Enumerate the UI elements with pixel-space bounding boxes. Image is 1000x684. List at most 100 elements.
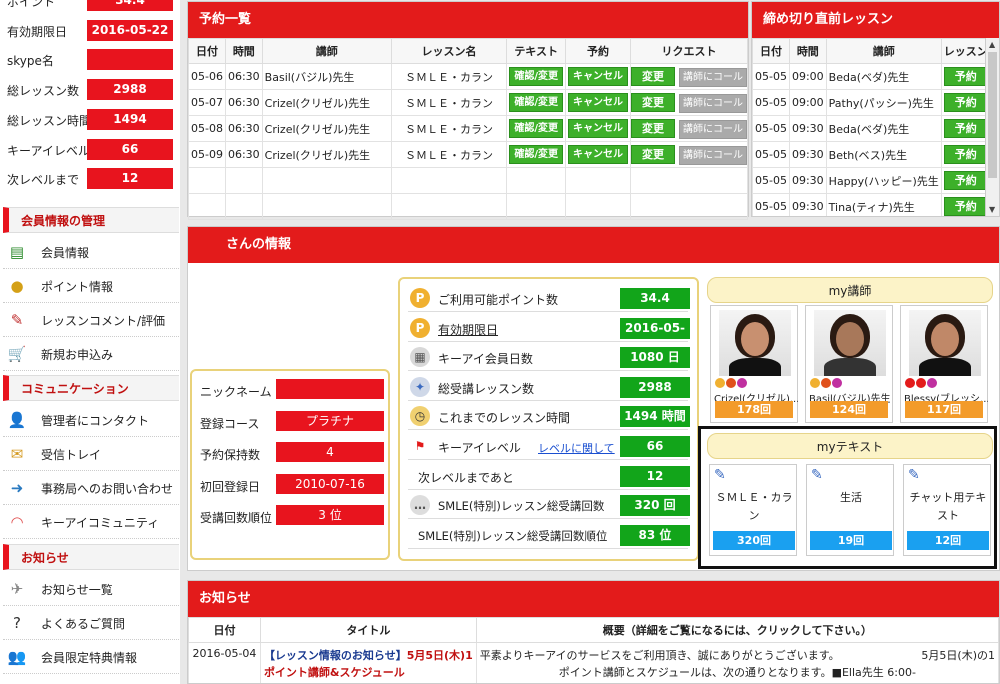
- text-confirm-button[interactable]: 確認/変更: [509, 145, 563, 164]
- teacher-card[interactable]: Blessy(ブレッシ... 117回: [900, 305, 988, 423]
- sidebar-item[interactable]: ✉ 受信トレイ: [3, 437, 179, 471]
- stat-label: 総レッスン時間: [7, 113, 92, 128]
- book-button[interactable]: 予約: [943, 171, 988, 190]
- news-panel: お知らせ 日付 タイトル 概要（詳細をご覧になるには、クリックして下さい。） 2016…: [187, 580, 1000, 684]
- cart-icon: 🛒: [7, 345, 27, 363]
- book-button[interactable]: 予約: [943, 93, 988, 112]
- news-title[interactable]: 【レッスン情報のお知らせ】5月5日(木)1 ポイント講師&スケジュール: [259, 642, 477, 683]
- sidebar-item[interactable]: ✎ レッスンコメント/評価: [3, 303, 179, 337]
- sidebar-item[interactable]: ▤ 会員情報: [3, 235, 179, 269]
- text-confirm-button[interactable]: 確認/変更: [509, 67, 563, 86]
- scroll-down-icon[interactable]: ▼: [989, 205, 995, 214]
- face-shape: [836, 322, 864, 356]
- cell-lesson: ＳＭＬＥ・カラン: [390, 141, 508, 168]
- table-row: 05-09 06:30 Crizel(クリゼル)先生 ＳＭＬＥ・カラン 確認/変更 キャン…: [188, 141, 749, 168]
- sidebar-item[interactable]: ◠ キーアイコミュニティ: [3, 505, 179, 539]
- text-name: ＳＭＬＥ・カラン: [715, 491, 793, 522]
- point-row: ◷ これまでのレッスン時間 1494 時間: [408, 403, 690, 431]
- call-teacher-button[interactable]: 講師にコール: [678, 67, 747, 87]
- teacher-photo[interactable]: [814, 310, 886, 376]
- book-button[interactable]: 予約: [943, 119, 988, 138]
- column-header: 概要（詳細をご覧になるには、クリックして下さい。）: [475, 617, 999, 643]
- teacher-card[interactable]: Crizel(クリゼル)... 178回: [710, 305, 798, 423]
- cell-teacher: Beda(ベダ)先生: [825, 63, 942, 90]
- stat-value: 12: [87, 168, 173, 190]
- sidebar-item[interactable]: 🛒 新規お申込み: [3, 337, 179, 371]
- badge-icon: [832, 378, 842, 388]
- change-button[interactable]: 変更: [631, 92, 675, 112]
- sidebar-item[interactable]: ? よくあるご質問: [3, 606, 179, 640]
- cell-time: 09:30: [788, 141, 827, 168]
- point-label[interactable]: 有効期限日: [438, 321, 498, 338]
- level-info-link[interactable]: レベルに関して: [538, 440, 615, 456]
- shoulders-shape: [729, 358, 781, 376]
- point-label: 総受講レッスン数: [438, 381, 535, 396]
- cancel-button[interactable]: キャンセル: [567, 67, 628, 86]
- call-teacher-button[interactable]: 講師にコール: [678, 93, 747, 113]
- cell-action: 予約: [940, 63, 991, 90]
- cell-teacher: Crizel(クリゼル)先生: [261, 115, 392, 142]
- envelope-icon: ✉: [10, 445, 24, 463]
- teacher-photo[interactable]: [909, 310, 981, 376]
- cell-teacher: Basil(バジル)先生: [261, 63, 392, 90]
- point-label: これまでのレッスン時間: [438, 411, 571, 426]
- teacher-card[interactable]: Basil(バジル)先生 124回: [805, 305, 893, 423]
- book-button[interactable]: 予約: [943, 67, 988, 86]
- call-teacher-button[interactable]: 講師にコール: [678, 145, 747, 165]
- sidebar-item[interactable]: 👤 管理者にコンタクト: [3, 403, 179, 437]
- sidebar-item-label: 管理者にコンタクト: [41, 414, 150, 428]
- deadline-table: 日付 時間 講師 レッスン 05-05 09:00 Beda(ベダ)先生 予約 05-05 09:…: [752, 38, 991, 216]
- call-teacher-button[interactable]: 講師にコール: [678, 119, 747, 139]
- sidebar-item-label: キーアイコミュニティ: [41, 516, 160, 530]
- news-table: 日付 タイトル 概要（詳細をご覧になるには、クリックして下さい。） 2016-05-0…: [188, 617, 999, 683]
- text-confirm-button[interactable]: 確認/変更: [509, 119, 563, 138]
- text-book-icon: ✎: [908, 467, 920, 483]
- cancel-button[interactable]: キャンセル: [567, 119, 628, 138]
- table-row: 05-05 09:30 Beth(ベス)先生 予約: [752, 141, 991, 168]
- cell-date: 05-05: [752, 167, 790, 194]
- book-button[interactable]: 予約: [943, 145, 988, 164]
- stat-label: キーアイレベル: [7, 143, 90, 158]
- cell-teacher: Pathy(パッシー)先生: [825, 89, 942, 116]
- deadline-scrollbar[interactable]: ▲ ▼: [985, 38, 999, 216]
- scroll-up-icon[interactable]: ▲: [989, 40, 995, 49]
- news-row[interactable]: 2016-05-04 【レッスン情報のお知らせ】5月5日(木)1 ポイント講師&スケ…: [188, 642, 999, 683]
- face-shape: [741, 322, 769, 356]
- teacher-photo[interactable]: [719, 310, 791, 376]
- sidebar-item[interactable]: ➜ 事務局へのお問い合わせ: [3, 471, 179, 505]
- column-header: 予約: [564, 38, 631, 64]
- cell-time: 09:00: [788, 63, 827, 90]
- change-button[interactable]: 変更: [631, 66, 675, 86]
- reservation-table: 日付 時間 講師 レッスン名 テキスト 予約 リクエスト 05-06 06:30 Basil(バジ…: [188, 38, 749, 220]
- cell-request: 変更 講師にコール: [629, 63, 749, 90]
- teacher-lesson-count: 124回: [810, 401, 888, 418]
- cell-date: 05-05: [752, 193, 790, 216]
- column-header: リクエスト: [629, 38, 749, 64]
- text-card[interactable]: ✎ 生活 19回: [806, 464, 894, 556]
- point-row: P ご利用可能ポイント数 34.4: [408, 285, 690, 312]
- stat-label: 次レベルまで: [7, 173, 80, 188]
- text-card[interactable]: ✎ ＳＭＬＥ・カラン 320回: [709, 464, 797, 556]
- point-value: 2988: [620, 376, 690, 398]
- sidebar-item[interactable]: ✈ お知らせ一覧: [3, 572, 179, 606]
- text-confirm-button[interactable]: 確認/変更: [509, 93, 563, 112]
- text-book-icon: ✎: [811, 467, 823, 483]
- news-title-prefix: 【レッスン情報のお知らせ】: [263, 649, 407, 662]
- coins-icon: ●: [10, 277, 24, 295]
- point-value: 1494 時間: [620, 406, 690, 428]
- book-button[interactable]: 予約: [943, 197, 988, 216]
- empty-cell: [188, 167, 226, 194]
- change-button[interactable]: 変更: [631, 144, 675, 164]
- sidebar-item[interactable]: ● ポイント情報: [3, 269, 179, 303]
- text-card[interactable]: ✎ チャット用テキスト 12回: [903, 464, 991, 556]
- news-summary-date: 5月5日(木)の1: [921, 649, 995, 662]
- sidebar-item[interactable]: 👥 会員限定特典情報: [3, 640, 179, 674]
- sidebar-item-label: 会員情報: [41, 246, 90, 260]
- badge-icon: [927, 378, 937, 388]
- scroll-thumb[interactable]: [988, 52, 997, 178]
- change-button[interactable]: 変更: [631, 118, 675, 138]
- cancel-button[interactable]: キャンセル: [567, 93, 628, 112]
- table-row: 05-05 09:00 Beda(ベダ)先生 予約: [752, 63, 991, 90]
- cancel-button[interactable]: キャンセル: [567, 145, 628, 164]
- table-row: 05-08 06:30 Crizel(クリゼル)先生 ＳＭＬＥ・カラン 確認/変更 キャン…: [188, 115, 749, 142]
